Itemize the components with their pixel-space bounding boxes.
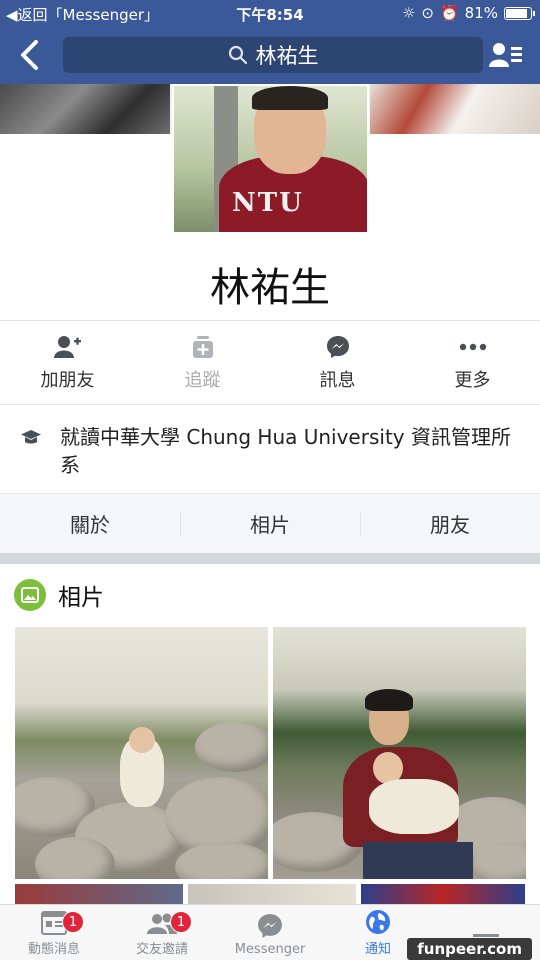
watermark: funpeer.com — [407, 938, 532, 960]
tab-label: Messenger — [234, 942, 306, 957]
more-icon — [459, 343, 486, 351]
cover-photo-left — [0, 84, 170, 134]
profile-name: 林祐生 — [210, 265, 330, 311]
add-friend-label: 加朋友 — [40, 370, 95, 391]
photo-thumbnail[interactable] — [273, 627, 526, 879]
add-friend-button[interactable]: 加朋友 — [0, 322, 135, 402]
status-icons: ☼ ⊙ ⏰ 81% — [401, 4, 535, 22]
search-query: 林祐生 — [255, 44, 319, 68]
cover-photo-right — [370, 84, 540, 134]
section-separator — [0, 553, 540, 564]
photo-thumbnail[interactable] — [188, 884, 356, 904]
photo-thumbnail[interactable] — [361, 884, 525, 904]
photo-album-icon — [14, 579, 46, 611]
globe-icon — [366, 910, 390, 934]
message-label: 訊息 — [319, 370, 356, 391]
tab-friends[interactable]: 朋友 — [360, 494, 540, 553]
search-icon — [228, 45, 247, 65]
follow-icon — [192, 336, 213, 358]
profile-tabs: 關於 相片 朋友 — [0, 493, 540, 553]
hoodie-lettering: NTU — [232, 188, 304, 218]
back-button[interactable] — [18, 39, 48, 71]
tab-messenger[interactable]: Messenger — [216, 905, 324, 960]
tab-about[interactable]: 關於 — [0, 494, 180, 553]
tab-label: 動態消息 — [27, 942, 80, 957]
messenger-icon — [258, 914, 282, 938]
tab-label: 通知 — [364, 942, 391, 957]
education-info: 就讀中華大學 Chung Hua University 資訊管理所系 — [20, 423, 520, 479]
more-button[interactable]: 更多 — [405, 322, 540, 402]
photos-section-header[interactable]: 相片 — [14, 578, 104, 612]
status-bar: ◀返回「Messenger」 下午8:54 ☼ ⊙ ⏰ 81% — [0, 0, 540, 27]
tab-label: 交友邀請 — [135, 942, 188, 957]
battery-fill — [506, 8, 528, 18]
more-label: 更多 — [454, 370, 491, 391]
photo-thumbnail[interactable] — [15, 884, 183, 904]
search-bar[interactable]: 林祐生 — [63, 37, 483, 73]
tab-news-feed[interactable]: 1 動態消息 — [0, 905, 108, 960]
orientation-lock-icon: ⊙ — [421, 4, 434, 22]
messenger-icon — [326, 336, 349, 358]
follow-label: 追蹤 — [184, 370, 221, 391]
divider — [0, 320, 540, 321]
notification-badge: 1 — [62, 911, 84, 933]
photos-section-title: 相片 — [58, 585, 104, 611]
tab-friend-requests[interactable]: 1 交友邀請 — [108, 905, 216, 960]
friends-list-button[interactable] — [488, 41, 524, 69]
education-text: 就讀中華大學 Chung Hua University 資訊管理所系 — [60, 425, 511, 477]
photo-thumbnail[interactable] — [15, 627, 268, 879]
add-friend-icon — [53, 336, 81, 358]
person-list-icon — [489, 43, 522, 67]
top-nav-bar: 林祐生 — [0, 27, 540, 84]
divider — [0, 404, 540, 405]
message-button[interactable]: 訊息 — [270, 322, 405, 402]
battery-percent: 81% — [464, 4, 498, 22]
chevron-left-icon — [21, 40, 38, 70]
brightness-icon: ☼ — [401, 4, 416, 22]
tab-photos[interactable]: 相片 — [180, 494, 360, 553]
alarm-icon: ⏰ — [439, 4, 459, 22]
follow-button[interactable]: 追蹤 — [135, 322, 270, 402]
graduation-cap-icon — [20, 423, 42, 479]
notification-badge: 1 — [170, 911, 192, 933]
profile-picture[interactable]: NTU — [172, 84, 369, 234]
profile-actions: 加朋友 追蹤 訊息 更多 — [0, 322, 540, 402]
battery-icon — [504, 6, 535, 20]
